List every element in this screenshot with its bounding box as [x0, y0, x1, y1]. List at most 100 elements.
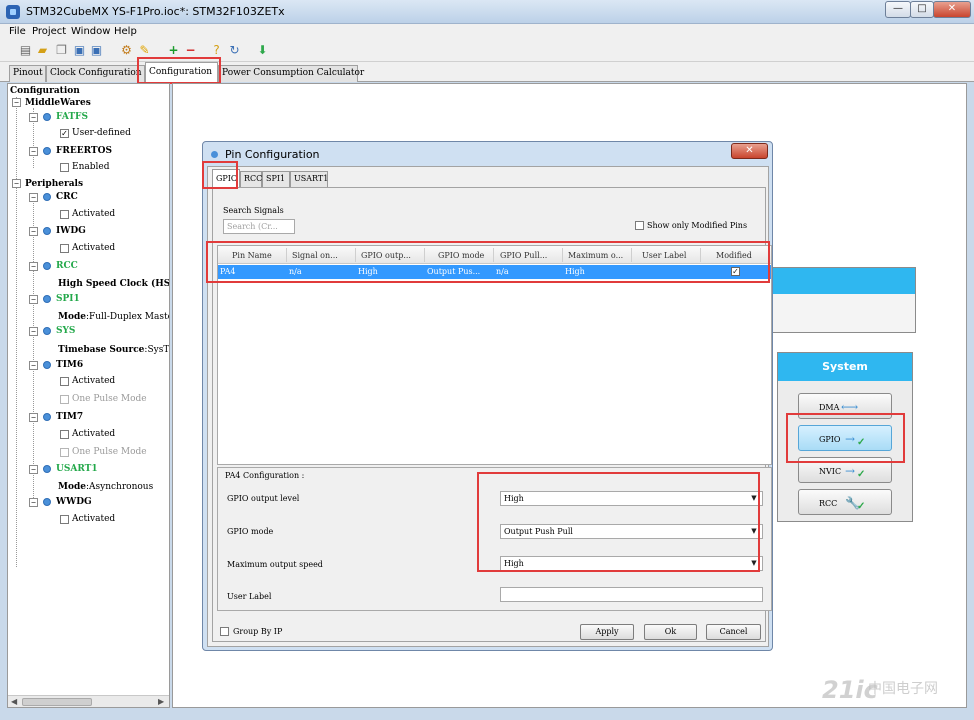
collapse-freertos-icon[interactable]: −	[29, 147, 38, 156]
menu-project[interactable]: Project	[32, 26, 66, 37]
collapse-crc-icon[interactable]: −	[29, 193, 38, 202]
rcc-button[interactable]: RCC 🔧 ✓	[798, 489, 892, 515]
collapse-peripherals-icon[interactable]: −	[12, 179, 21, 188]
collapse-sys-icon[interactable]: −	[29, 327, 38, 336]
tree-spi1[interactable]: SPI1	[56, 294, 80, 305]
tree-rcc[interactable]: RCC	[56, 261, 78, 272]
apply-button[interactable]: Apply	[580, 624, 634, 640]
tree-wwdg[interactable]: WWDG	[56, 497, 92, 508]
new-file-icon[interactable]: ▤	[19, 44, 32, 57]
iwdg-activated-checkbox[interactable]	[60, 244, 69, 253]
dialog-close-button[interactable]: ✕	[731, 143, 768, 159]
search-signals-input[interactable]: Search (Cr...	[223, 219, 295, 234]
tree-fatfs[interactable]: FATFS	[56, 112, 88, 123]
tab-usart1[interactable]: USART1	[290, 171, 328, 187]
maximize-button[interactable]: □	[910, 1, 934, 18]
usart1-mode-key: Mode	[58, 482, 86, 492]
gpio-mode-label: GPIO mode	[227, 527, 274, 536]
wwdg-activated-checkbox[interactable]	[60, 515, 69, 524]
tab-rcc[interactable]: RCC	[240, 171, 262, 187]
nvic-arrow-icon: →	[845, 464, 856, 478]
minimize-button[interactable]: —	[885, 1, 911, 18]
freertos-enabled-label: Enabled	[72, 162, 110, 172]
save-icon[interactable]: ▣	[73, 44, 86, 57]
spi1-mode-key: Mode	[58, 312, 86, 322]
iwdg-activated-label: Activated	[72, 243, 116, 253]
tree-iwdg[interactable]: IWDG	[56, 226, 86, 237]
tree-horizontal-scrollbar[interactable]: ◀ ▶	[8, 695, 169, 707]
generate-code-icon[interactable]: ⚙	[120, 44, 133, 57]
pin-configuration-dialog: Pin Configuration ✕ GPIO RCC SPI1 USART1…	[202, 141, 773, 651]
highlight-configuration-tab	[137, 57, 221, 84]
tim7-icon	[43, 413, 51, 421]
tree-peripherals[interactable]: Peripherals	[25, 179, 83, 190]
collapse-usart1-icon[interactable]: −	[29, 465, 38, 474]
crc-activated-checkbox[interactable]	[60, 210, 69, 219]
group-by-ip-label: Group By IP	[233, 627, 283, 636]
spi1-mode-label: Mode:Full-Duplex Maste	[58, 312, 170, 323]
collapse-spi1-icon[interactable]: −	[29, 295, 38, 304]
tim6-icon	[43, 361, 51, 369]
tim7-activated-checkbox[interactable]	[60, 430, 69, 439]
dialog-title: Pin Configuration	[225, 148, 320, 161]
scroll-right-icon[interactable]: ▶	[158, 697, 164, 706]
tim6-one-pulse-checkbox[interactable]	[60, 395, 69, 404]
tab-power-consumption[interactable]: Power Consumption Calculator	[218, 65, 364, 82]
tree-middlewares[interactable]: MiddleWares	[25, 98, 91, 109]
menu-help[interactable]: Help	[114, 26, 137, 37]
fatfs-user-defined-checkbox[interactable]: ✓	[60, 129, 69, 138]
tim6-one-pulse-label: One Pulse Mode	[72, 394, 147, 404]
tab-spi1[interactable]: SPI1	[262, 171, 290, 187]
copy-icon[interactable]: ❐	[55, 44, 68, 57]
collapse-middlewares-icon[interactable]: −	[12, 98, 21, 107]
cancel-button[interactable]: Cancel	[706, 624, 761, 640]
user-label-input[interactable]	[500, 587, 763, 602]
menu-file[interactable]: File	[9, 26, 26, 37]
zoom-out-icon[interactable]: −	[184, 44, 197, 57]
output-level-label: GPIO output level	[227, 494, 300, 503]
scroll-thumb[interactable]	[22, 698, 92, 706]
tree-usart1[interactable]: USART1	[56, 464, 98, 475]
sys-timebase-label: Timebase Source:SysT	[58, 345, 169, 356]
tree-freertos[interactable]: FREERTOS	[56, 146, 112, 157]
collapse-tim7-icon[interactable]: −	[29, 413, 38, 422]
open-folder-icon[interactable]: ▰	[36, 44, 49, 57]
update-icon[interactable]: ↻	[228, 44, 241, 57]
report-icon[interactable]: ✎	[138, 44, 151, 57]
highlight-pin-row	[206, 241, 770, 283]
collapse-tim6-icon[interactable]: −	[29, 361, 38, 370]
close-button[interactable]: ✕	[933, 1, 971, 18]
tree-crc[interactable]: CRC	[56, 192, 78, 203]
zoom-in-icon[interactable]: +	[167, 44, 180, 57]
freertos-enabled-checkbox[interactable]	[60, 163, 69, 172]
spi1-mode-value: :Full-Duplex Maste	[85, 312, 170, 322]
scroll-left-icon[interactable]: ◀	[11, 697, 17, 706]
help-icon[interactable]: ?	[210, 44, 223, 57]
highlight-config-fields	[477, 472, 760, 572]
collapse-rcc-icon[interactable]: −	[29, 262, 38, 271]
iwdg-icon	[43, 227, 51, 235]
save-as-icon[interactable]: ▣	[90, 44, 103, 57]
tim7-one-pulse-checkbox[interactable]	[60, 448, 69, 457]
tree-tim6[interactable]: TIM6	[56, 360, 83, 371]
dma-label: DMA	[819, 403, 840, 412]
collapse-fatfs-icon[interactable]: −	[29, 113, 38, 122]
tab-pinout[interactable]: Pinout	[9, 65, 46, 82]
show-modified-checkbox[interactable]	[635, 221, 644, 230]
download-icon[interactable]: ⬇	[256, 44, 269, 57]
tree-tim7[interactable]: TIM7	[56, 412, 83, 423]
configuration-tree: Configuration − MiddleWares − FATFS ✓ Us…	[7, 83, 170, 708]
group-by-ip-checkbox[interactable]	[220, 627, 229, 636]
tab-clock-configuration[interactable]: Clock Configuration	[46, 65, 145, 82]
ok-button[interactable]: Ok	[644, 624, 697, 640]
tree-sys[interactable]: SYS	[56, 326, 75, 337]
menu-window[interactable]: Window	[71, 26, 110, 37]
tim7-one-pulse-label: One Pulse Mode	[72, 447, 147, 457]
wwdg-activated-label: Activated	[72, 514, 116, 524]
show-modified-label: Show only Modified Pins	[647, 221, 748, 230]
collapse-iwdg-icon[interactable]: −	[29, 227, 38, 236]
tim6-activated-checkbox[interactable]	[60, 377, 69, 386]
highlight-gpio-button	[786, 413, 905, 463]
search-signals-label: Search Signals	[223, 206, 284, 215]
collapse-wwdg-icon[interactable]: −	[29, 498, 38, 507]
